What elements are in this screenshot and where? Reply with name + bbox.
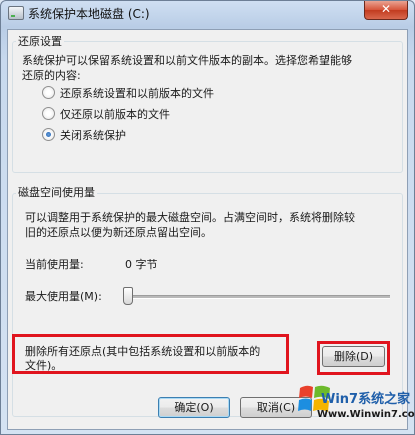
radio-turn-off-protection[interactable] [42,128,55,141]
max-usage-slider-track[interactable] [128,295,390,299]
radio-restore-system-and-files[interactable] [42,86,55,99]
dialog-client-area: 还原设置 系统保护可以保留系统设置和以前文件版本的副本。选择您希望能够 还原的内… [7,29,408,430]
close-icon: ✕ [380,2,392,16]
disk-usage-label: 磁盘空间使用量 [16,184,97,200]
close-button[interactable]: ✕ [364,1,408,20]
radio-label-restore-system-and-files[interactable]: 还原系统设置和以前版本的文件 [60,85,214,101]
restore-description-line1: 系统保护可以保留系统设置和以前文件版本的副本。选择您希望能够 [22,54,352,67]
max-usage-slider-thumb[interactable] [123,287,133,305]
radio-label-restore-files-only[interactable]: 仅还原以前版本的文件 [60,106,170,122]
ok-button[interactable]: 确定(O) [158,397,230,418]
dialog-window: 系统保护本地磁盘 (C:) ✕ 还原设置 系统保护可以保留系统设置和以前文件版本… [0,0,415,435]
current-usage-label: 当前使用量: [25,258,84,271]
drive-icon [8,6,24,20]
radio-restore-files-only[interactable] [42,107,55,120]
watermark-url: Www.Winwin7.com [317,409,415,420]
disk-usage-description-line1: 可以调整用于系统保护的最大磁盘空间。占满空间时，系统将删除较 [25,211,355,224]
watermark-brand: Win7系统之家 [321,392,411,407]
restore-description-line2: 还原的内容: [22,69,81,82]
radio-label-turn-off-protection[interactable]: 关闭系统保护 [60,127,126,143]
disk-usage-description-line2: 旧的还原点以便为新还原点留出空间。 [25,226,212,239]
title-bar[interactable]: 系统保护本地磁盘 (C:) ✕ [1,1,414,25]
delete-description-line2: 文件)。 [25,359,63,372]
current-usage-value: 0 字节 [125,258,158,271]
delete-button[interactable]: 删除(D) [322,346,385,367]
window-title: 系统保护本地磁盘 (C:) [28,7,150,21]
restore-settings-label: 还原设置 [16,33,64,49]
max-usage-label: 最大使用量(M): [25,290,102,303]
site-watermark: Win7系统之家 Www.Winwin7.com [297,382,415,430]
